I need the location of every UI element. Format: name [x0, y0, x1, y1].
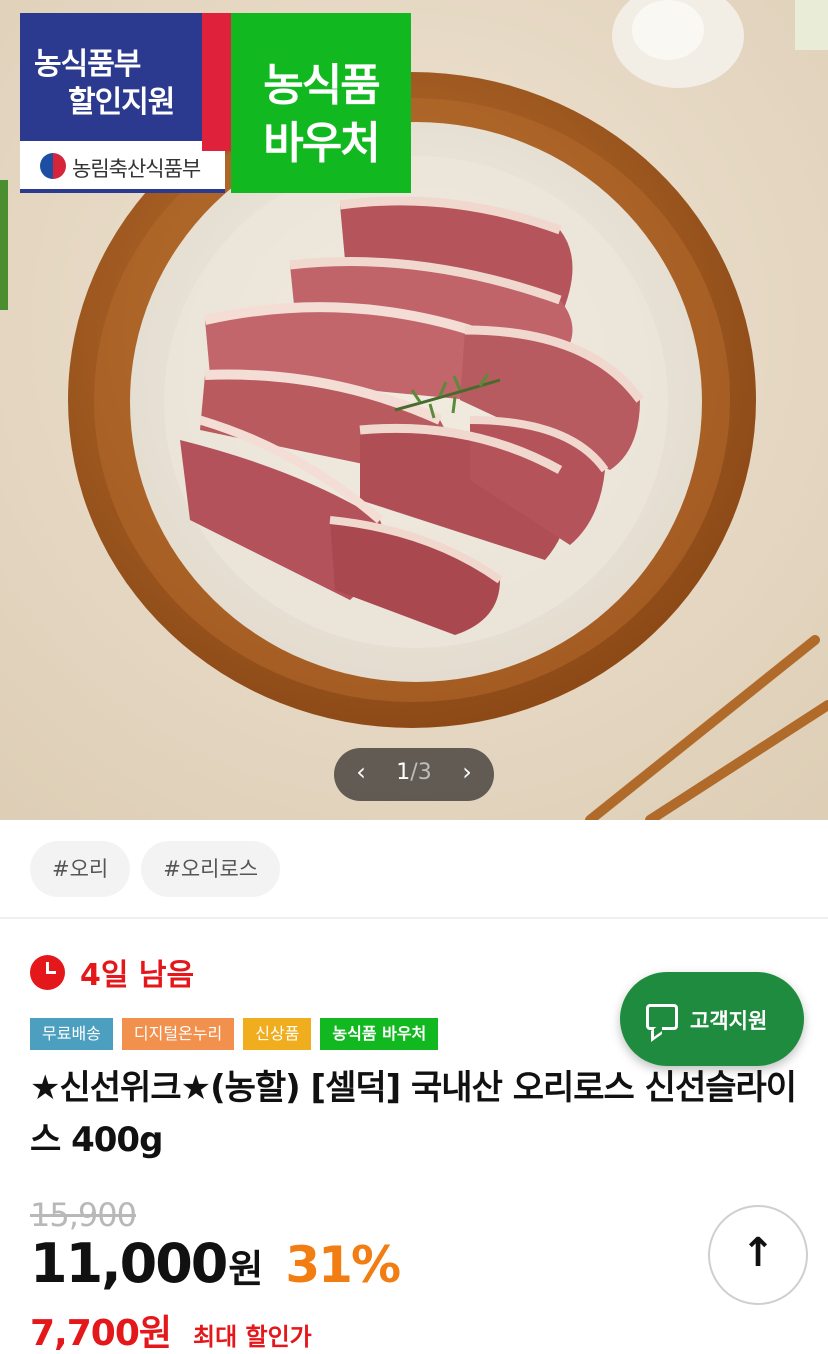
ministry-label: 농림축산식품부: [20, 141, 225, 193]
new-product-label: 신상품: [243, 1018, 312, 1050]
product-title: ★신선위크★(농할) [셀덕] 국내산 오리로스 신선슬라이스 400g: [30, 1068, 797, 1160]
discount-rate: 31%: [285, 1236, 401, 1294]
product-image-carousel[interactable]: 농식품부 할인지원 농림축산식품부 농식품 바우처 ‹ 1/3 ›: [0, 0, 828, 820]
arrow-up-icon: ↑: [741, 1230, 775, 1276]
max-discount-price: 7,700원: [30, 1313, 172, 1354]
voucher-promo-badge: 농식품부 할인지원 농림축산식품부 농식품 바우처: [20, 13, 411, 193]
scroll-to-top-button[interactable]: ↑: [708, 1205, 808, 1305]
badge-ribbon: [202, 13, 232, 151]
max-discount-label: 최대 할인가: [193, 1323, 312, 1351]
hashtag-chip[interactable]: #오리: [30, 841, 131, 897]
free-shipping-label: 무료배송: [30, 1018, 113, 1050]
chat-icon: [646, 1004, 678, 1030]
pager-separator: /: [410, 760, 418, 785]
original-price: 15,900: [30, 1196, 137, 1234]
support-label: 고객지원: [690, 1009, 768, 1033]
chevron-left-icon[interactable]: ‹: [346, 758, 376, 786]
hashtag-list: #오리 #오리로스: [30, 841, 281, 897]
currency-unit: 원: [228, 1247, 264, 1291]
hashtag-chip[interactable]: #오리로스: [141, 841, 281, 897]
clock-icon: [30, 954, 65, 990]
food-voucher-badge: 농식품 바우처: [231, 13, 411, 193]
deal-countdown: 4일 남음: [30, 952, 195, 993]
time-remaining: 4일 남음: [80, 958, 195, 993]
section-divider: [0, 917, 828, 919]
badge-text: 할인지원: [68, 85, 175, 120]
digital-onnuri-label: 디지털온누리: [121, 1018, 235, 1050]
pager-current: 1: [396, 760, 411, 785]
food-voucher-label: 농식품 바우처: [320, 1018, 439, 1050]
badge-text: 농식품: [263, 60, 380, 111]
customer-support-button[interactable]: 고객지원: [620, 972, 804, 1066]
ministry-name: 농림축산식품부: [72, 157, 201, 181]
sale-price: 11,000: [30, 1232, 228, 1295]
product-label-list: 무료배송 디지털온누리 신상품 농식품 바우처: [30, 1018, 439, 1050]
pager-count: 1/3: [386, 760, 442, 785]
badge-text: 바우처: [263, 118, 380, 169]
price-row: 11,000 원 31%: [30, 1232, 401, 1295]
taegeuk-emblem-icon: [40, 153, 66, 179]
max-discount-row: 7,700원 최대 할인가: [30, 1304, 312, 1354]
discount-support-badge: 농식품부 할인지원 농림축산식품부: [20, 13, 225, 193]
image-pager: ‹ 1/3 ›: [334, 748, 494, 801]
chevron-right-icon[interactable]: ›: [452, 758, 482, 786]
pager-total: 3: [417, 760, 432, 785]
